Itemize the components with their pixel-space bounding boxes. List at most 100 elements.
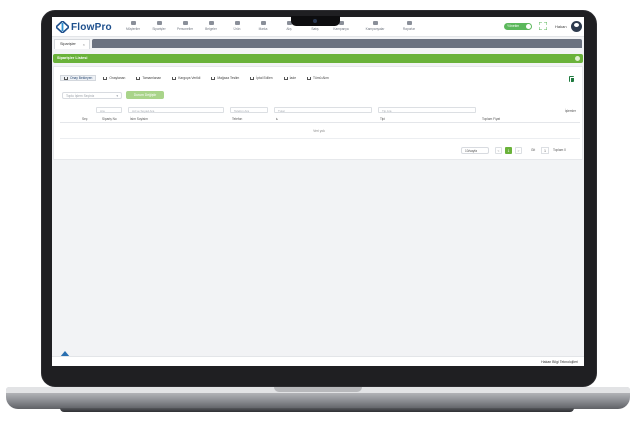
documents-icon (208, 21, 214, 25)
status-tab-label: Onay Bekleyen (70, 76, 93, 80)
status-tab-label: Tümü Alım (313, 76, 329, 80)
nav-item-10[interactable]: Raporlar (396, 19, 422, 35)
pagination: 10/sayfa < 1 > Git 1 Toplam 0 (461, 147, 581, 155)
camera-icon (313, 19, 317, 23)
nav-item-9[interactable]: Kampanyalar (354, 19, 396, 35)
status-tab-label: İptal Edilen (256, 76, 273, 80)
tab-label: Siparişler (60, 42, 76, 46)
user-name[interactable]: Hakan (555, 24, 567, 29)
page-1-button[interactable]: 1 (505, 147, 512, 154)
status-tab-5[interactable]: İptal Edilen (246, 75, 276, 81)
filter-phone[interactable]: Telefon Ara (230, 107, 268, 113)
prev-page-button[interactable]: < (495, 147, 502, 154)
nav-label: Marka (258, 27, 268, 31)
laptop-base (6, 387, 630, 409)
tab-bar: Siparişler × (52, 38, 584, 49)
staff-icon (182, 21, 188, 25)
campaigns-icon (372, 21, 378, 25)
nav-label: Kampanyalar (365, 27, 385, 31)
empty-state: Veri yok (313, 129, 325, 133)
chevron-down-icon: ▾ (116, 94, 118, 98)
status-tab-4[interactable]: Mağaza Teslim (207, 75, 243, 81)
col-name: İsim Soyisim (130, 117, 148, 121)
nav-label: Müşteriler (126, 27, 140, 31)
column-filters: Ara Ad ve Soyad Ara Telefon Ara Tutar Ti… (60, 107, 580, 113)
nav-item-4[interactable]: Ürün (224, 19, 250, 35)
mode-toggle[interactable]: Yönetim (504, 23, 532, 30)
app-screen: FlowPro Müşteriler Siparişler Personeller B… (52, 17, 584, 366)
cart-icon (103, 76, 108, 80)
panel-settings-icon[interactable] (575, 56, 580, 61)
footer: Hakan Bilgi Teknolojileri (52, 356, 584, 366)
footer-text: Hakan Bilgi Teknolojileri (541, 360, 578, 364)
total-count: Toplam 0 (553, 148, 566, 152)
brand-logo[interactable]: FlowPro (56, 21, 112, 33)
panel-header: Siparişler Listesi (53, 54, 583, 63)
nav-item-3[interactable]: Belgeler (198, 19, 224, 35)
panel-title: Siparişler Listesi (57, 56, 88, 60)
tab-siparisler[interactable]: Siparişler × (54, 39, 90, 49)
status-tab-3[interactable]: Kargoya Verildi (168, 75, 204, 81)
logo-icon (56, 21, 69, 33)
col-phone: Telefon (232, 117, 243, 121)
close-icon[interactable]: × (83, 42, 85, 47)
cart-icon (136, 76, 141, 80)
bulk-action-placeholder: Toplu İşlem Seçiniz (66, 94, 95, 98)
status-tab-label: İade (289, 76, 297, 80)
cart-icon (283, 76, 288, 80)
nav-item-1[interactable]: Siparişler (146, 19, 172, 35)
toggle-knob (526, 24, 531, 29)
nav-label: Raporlar (402, 27, 416, 31)
orders-icon (156, 21, 162, 25)
goto-page-input[interactable]: 1 (541, 147, 549, 154)
nav-item-5[interactable]: Marka (250, 19, 276, 35)
laptop-feet (60, 408, 574, 412)
brand-name: FlowPro (71, 21, 112, 33)
excel-export-icon[interactable] (569, 76, 575, 83)
col-total: Toplam Fiyat (482, 117, 501, 121)
nav-label: Ürün (233, 27, 241, 31)
fullscreen-icon[interactable] (539, 22, 547, 30)
nav-item-2[interactable]: Personeller (172, 19, 198, 35)
nav-label: Personeller (176, 27, 194, 31)
laptop-frame: FlowPro Müşteriler Siparişler Personeller B… (0, 0, 635, 423)
main-nav: Müşteriler Siparişler Personeller Belgeler Ü… (120, 19, 422, 35)
nav-item-0[interactable]: Müşteriler (120, 19, 146, 35)
status-tab-label: Kargoya Verildi (178, 76, 201, 80)
cart-icon (211, 76, 216, 80)
nav-label: Kampanya (333, 27, 349, 31)
status-tab-2[interactable]: Tamamlanan (132, 75, 165, 81)
orders-card: Onay Bekleyen Onaylanan Tamamlanan Kargoya … (53, 66, 583, 160)
status-tabs: Onay Bekleyen Onaylanan Tamamlanan Kargoya … (60, 75, 333, 81)
cart-icon (250, 76, 255, 80)
filter-order-no[interactable]: Ara (96, 107, 122, 113)
report-icon (406, 21, 412, 25)
status-tab-label: Tamamlanan (142, 76, 162, 80)
nav-label: Satış (311, 27, 319, 31)
filter-name[interactable]: Ad ve Soyad Ara (128, 107, 224, 113)
filter-type[interactable]: Tip Ara (378, 107, 476, 113)
status-tab-1[interactable]: Onaylanan (99, 75, 129, 81)
filter-amount[interactable]: Tutar (274, 107, 372, 113)
page-size-select[interactable]: 10/sayfa (461, 147, 489, 154)
tag-icon (260, 21, 266, 25)
user-avatar-icon[interactable] (571, 21, 582, 32)
col-type: Tipi (380, 117, 386, 121)
table-header: Seç Sipariş No İsim Soyisim Telefon ₺ Ti… (60, 109, 580, 123)
divider (60, 138, 580, 139)
next-page-button[interactable]: > (515, 147, 522, 154)
status-tab-0[interactable]: Onay Bekleyen (60, 75, 97, 81)
nav-label: Siparişler (152, 27, 166, 31)
col-actions: İşlemler (564, 109, 576, 113)
cart-icon (64, 76, 68, 80)
nav-label: Alış (286, 27, 292, 31)
status-tab-6[interactable]: İade (280, 75, 300, 81)
change-status-button[interactable]: Durum Değiştir (126, 91, 164, 99)
bulk-action-select[interactable]: Toplu İşlem Seçiniz ▾ (62, 92, 122, 99)
lid-groove (274, 387, 362, 392)
nav-label: Belgeler (205, 27, 217, 31)
status-tab-7[interactable]: Tümü Alım (303, 75, 333, 81)
col-currency: ₺ (276, 117, 279, 121)
users-icon (130, 21, 136, 25)
tab-strip (92, 39, 582, 48)
